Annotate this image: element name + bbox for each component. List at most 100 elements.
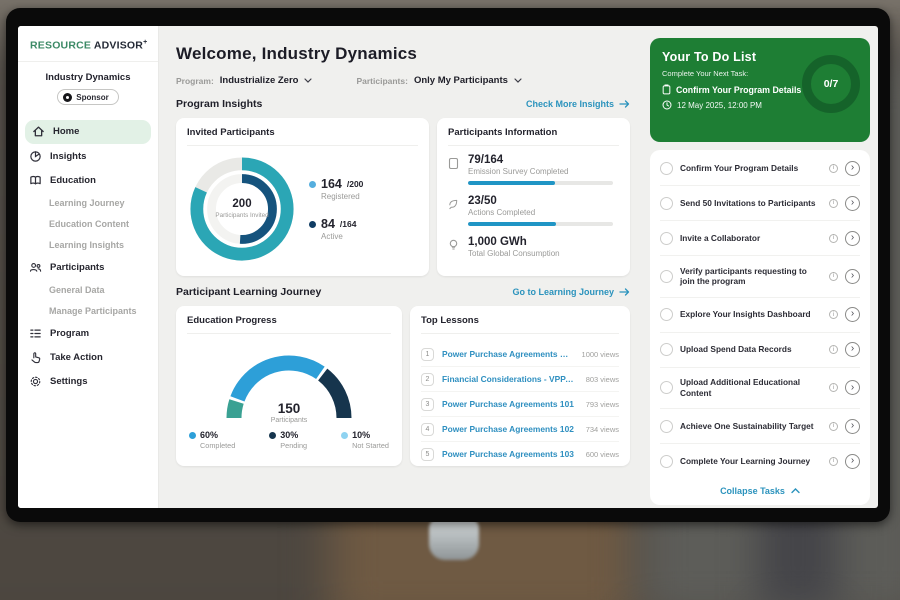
arrow-right-icon [619,100,630,108]
task-item[interactable]: Achieve One Sustainability Target [660,409,860,444]
sidebar-item-learning-journey[interactable]: Learning Journey [18,193,158,214]
legend-dot [309,221,316,228]
go-to-learning-journey-link[interactable]: Go to Learning Journey [512,287,630,297]
participants-select[interactable]: Participants: Only My Participants [356,75,521,86]
sponsor-badge[interactable]: Sponsor [57,89,118,105]
sidebar-item-settings[interactable]: Settings [18,370,158,394]
sidebar-item-label: Participants [50,262,104,273]
lesson-link[interactable]: Power Purchase Agreements 101 [442,399,576,409]
sidebar-item-learning-insights[interactable]: Learning Insights [18,235,158,256]
actions-icon [448,198,459,210]
sidebar-item-participants[interactable]: Participants [18,256,158,280]
todo-next-task: Confirm Your Program Details [676,85,801,95]
lesson-link[interactable]: Power Purchase Agreements 101 [442,349,572,359]
donut-legend: 164 /200 Registered 84 /164 [309,177,363,241]
arrow-right-icon [619,288,630,296]
checkbox-icon[interactable] [660,270,673,283]
insights-cards-row: Invited Participants 200 Participants In… [176,118,630,276]
task-item[interactable]: Invite a Collaborator [660,221,860,256]
legend-dot [269,432,276,439]
task-item[interactable]: Confirm Your Program Details [660,151,860,186]
task-item[interactable]: Upload Spend Data Records [660,333,860,368]
program-select[interactable]: Program: Industrialize Zero [176,75,312,86]
sponsor-icon [63,93,72,102]
todo-tasks-card: Confirm Your Program Details Send 50 Inv… [650,150,870,505]
card-title: Top Lessons [421,306,619,334]
chevron-right-icon[interactable] [845,419,860,434]
collapse-tasks-link[interactable]: Collapse Tasks [660,478,860,503]
sidebar-item-label: Program [50,328,89,339]
task-item[interactable]: Explore Your Insights Dashboard [660,298,860,333]
chevron-right-icon[interactable] [845,161,860,176]
donut-center-value: 200 [232,198,251,210]
program-select-value: Industrialize Zero [220,75,299,86]
consumption-icon [448,239,459,252]
checkbox-icon[interactable] [660,197,673,210]
top-lessons-card: Top Lessons 1 Power Purchase Agreements … [410,306,630,466]
program-icon [29,327,42,340]
info-icon[interactable] [829,422,838,431]
sidebar-item-manage-participants[interactable]: Manage Participants [18,301,158,322]
checkbox-icon[interactable] [660,455,673,468]
chevron-right-icon[interactable] [845,269,860,284]
sidebar-item-home[interactable]: Home [25,120,151,144]
chevron-right-icon[interactable] [845,307,860,322]
task-item[interactable]: Complete Your Learning Journey [660,444,860,478]
card-title: Participants Information [448,118,619,146]
info-icon[interactable] [829,272,838,281]
lesson-link[interactable]: Power Purchase Agreements 103 [442,449,576,459]
filter-bar: Program: Industrialize Zero Participants… [176,75,630,86]
sidebar-item-label: Education [50,175,96,186]
chevron-right-icon[interactable] [845,231,860,246]
insights-section-title: Program Insights [176,98,262,110]
participants-information-card: Participants Information 79/164 Emission… [437,118,630,276]
lesson-link[interactable]: Financial Considerations - VPPAs [442,374,576,384]
sidebar-item-take-action[interactable]: Take Action [18,346,158,370]
checkbox-icon[interactable] [660,162,673,175]
chevron-right-icon[interactable] [845,342,860,357]
info-icon[interactable] [829,345,838,354]
education-gauge-chart: 150 Participants [214,342,364,424]
info-icon[interactable] [829,457,838,466]
clipboard-icon [662,84,671,95]
chevron-right-icon[interactable] [845,380,860,395]
gauge-center-value: 150 [214,401,364,416]
chevron-right-icon[interactable] [845,454,860,469]
sponsor-label: Sponsor [76,93,108,102]
legend-dot [189,432,196,439]
check-more-insights-link[interactable]: Check More Insights [526,99,630,109]
info-icon[interactable] [829,383,838,392]
clock-icon [662,100,672,110]
task-item[interactable]: Send 50 Invitations to Participants [660,186,860,221]
checkbox-icon[interactable] [660,343,673,356]
task-item[interactable]: Upload Additional Educational Content [660,368,860,410]
info-icon[interactable] [829,164,838,173]
sidebar-item-general-data[interactable]: General Data [18,280,158,301]
checkbox-icon[interactable] [660,232,673,245]
checkbox-icon[interactable] [660,420,673,433]
sidebar: RESOURCE ADVISOR+ Industry Dynamics Spon… [18,26,159,508]
take-action-icon [29,351,42,364]
app-logo: RESOURCE ADVISOR+ [18,26,158,62]
todo-due-date: 12 May 2025, 12:00 PM [677,101,762,110]
info-icon[interactable] [829,310,838,319]
info-icon[interactable] [829,199,838,208]
checkbox-icon[interactable] [660,381,673,394]
lesson-row: 3 Power Purchase Agreements 101 793views [421,392,619,417]
invited-participants-card: Invited Participants 200 Participants In… [176,118,429,276]
sidebar-item-education-content[interactable]: Education Content [18,214,158,235]
legend-dot [309,181,316,188]
legend-item-completed: 60% Completed [189,430,235,450]
participants-select-label: Participants: [356,76,408,86]
checkbox-icon[interactable] [660,308,673,321]
legend-item-registered: 164 /200 Registered [309,177,363,201]
todo-summary-card: Your To Do List Complete Your Next Task:… [650,38,870,142]
info-icon[interactable] [829,234,838,243]
gauge-legend: 60% Completed 30% Pending 10% [187,430,391,450]
chevron-right-icon[interactable] [845,196,860,211]
task-item[interactable]: Verify participants requesting to join t… [660,256,860,298]
sidebar-item-insights[interactable]: Insights [18,145,158,169]
sidebar-item-program[interactable]: Program [18,322,158,346]
sidebar-item-education[interactable]: Education [18,169,158,193]
lesson-link[interactable]: Power Purchase Agreements 102 [442,424,576,434]
